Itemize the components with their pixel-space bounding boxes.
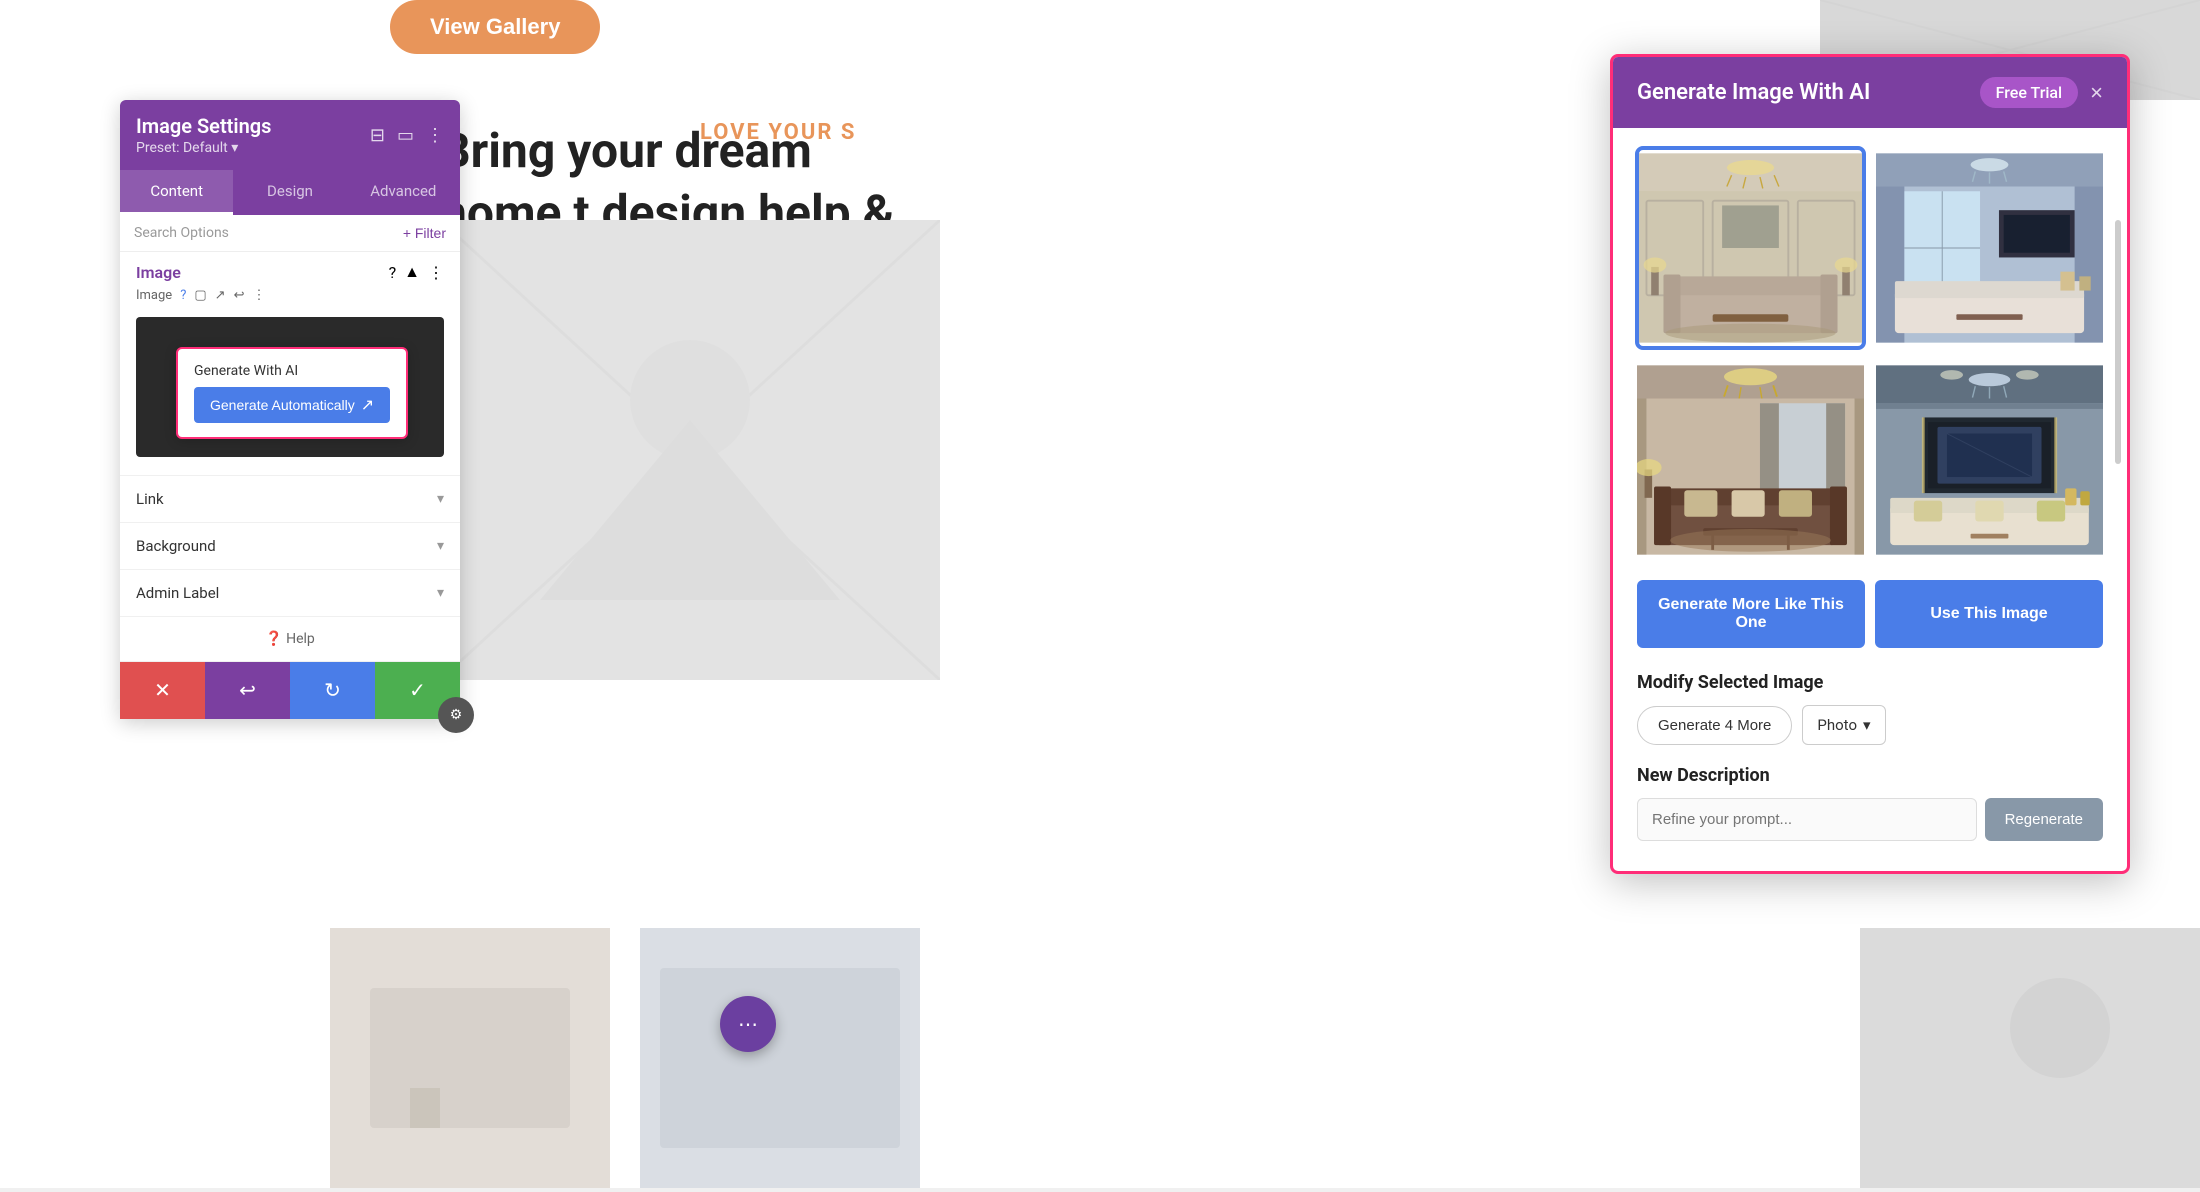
photo-chevron-icon: ▾ [1863, 716, 1871, 734]
undo-button[interactable]: ↩ [205, 662, 290, 719]
panel-title: Image Settings [136, 114, 271, 138]
tab-advanced[interactable]: Advanced [347, 170, 460, 215]
toolbar-help-icon[interactable]: ? [180, 288, 186, 303]
ai-dialog: Generate Image With AI Free Trial × [1610, 54, 2130, 874]
description-input[interactable] [1637, 798, 1977, 841]
help-text: Help [286, 631, 315, 647]
toolbar-cursor-icon[interactable]: ↗ [215, 288, 226, 303]
toolbar-undo-icon[interactable]: ↩ [234, 288, 245, 303]
panel-header: Image Settings Preset: Default ▾ ⊟ ▭ ⋮ [120, 100, 460, 170]
new-desc-title: New Description [1637, 765, 2103, 786]
help-icon-circle[interactable]: ❓ [265, 631, 282, 647]
ai-dialog-header: Generate Image With AI Free Trial × [1613, 57, 2127, 128]
room-image-1 [1637, 148, 1864, 348]
panel-search: Search Options + Filter [120, 215, 460, 252]
image-grid-item-3[interactable] [1637, 360, 1864, 560]
desc-input-row: Regenerate [1637, 798, 2103, 841]
search-placeholder: Search Options [134, 225, 403, 241]
section-title: Image [136, 263, 181, 282]
image-settings-panel: Image Settings Preset: Default ▾ ⊟ ▭ ⋮ C… [120, 100, 460, 719]
admin-chevron-icon: ▾ [437, 585, 444, 601]
help-icon[interactable]: ? [389, 263, 397, 282]
room-image-4 [1876, 360, 2103, 560]
image-grid-item-1[interactable] [1637, 148, 1864, 348]
modify-section: Modify Selected Image Generate 4 More Ph… [1637, 672, 2103, 745]
image-section: Image ? ▲ ⋮ Image ? ▢ ↗ ↩ ⋮ [120, 252, 460, 476]
image-preview-box: Generate With AI Generate Automatically … [136, 317, 444, 457]
panel-subtitle: Preset: Default ▾ [136, 140, 271, 156]
section-header[interactable]: Image ? ▲ ⋮ [136, 262, 444, 282]
fab-button[interactable]: ⋯ [720, 996, 776, 1052]
use-image-button[interactable]: Use This Image [1875, 580, 2103, 648]
panel-footer: ✕ ↩ ↻ ✓ [120, 662, 460, 719]
regenerate-button[interactable]: Regenerate [1985, 798, 2103, 841]
modify-title: Modify Selected Image [1637, 672, 2103, 693]
image-grid [1637, 148, 2103, 560]
photo-label: Photo [1817, 716, 1857, 734]
ai-dialog-body: Generate More Like This One Use This Ima… [1613, 128, 2127, 871]
link-section[interactable]: Link ▾ [120, 476, 460, 523]
cancel-button[interactable]: ✕ [120, 662, 205, 719]
generate-ai-label: Generate With AI [194, 363, 390, 379]
image-grid-item-4[interactable] [1876, 360, 2103, 560]
panel-icon-2[interactable]: ▭ [397, 125, 414, 146]
image-toolbar: Image ? ▢ ↗ ↩ ⋮ [136, 282, 444, 309]
settings-gear-button[interactable]: ⚙ [438, 697, 474, 733]
toolbar-label: Image [136, 288, 172, 303]
ai-dialog-header-right: Free Trial × [1980, 77, 2103, 108]
generate-4-more-button[interactable]: Generate 4 More [1637, 706, 1792, 745]
admin-label-section[interactable]: Admin Label ▾ [120, 570, 460, 617]
new-description-section: New Description Regenerate [1637, 765, 2103, 841]
redo-button[interactable]: ↻ [290, 662, 375, 719]
view-gallery-button[interactable]: View Gallery [390, 0, 600, 54]
generate-ai-popup: Generate With AI Generate Automatically … [176, 347, 408, 439]
link-label: Link [136, 490, 164, 508]
bottom-thumb-1 [330, 928, 610, 1188]
cursor-icon: ↗ [361, 395, 374, 415]
ai-dialog-title: Generate Image With AI [1637, 80, 1870, 105]
panel-icon-1[interactable]: ⊟ [370, 125, 385, 146]
section-menu-icon[interactable]: ⋮ [428, 263, 444, 282]
close-dialog-button[interactable]: × [2090, 80, 2103, 106]
image-grid-item-2[interactable] [1876, 148, 2103, 348]
section-collapse-icon[interactable]: ▲ [404, 262, 420, 282]
panel-tabs: Content Design Advanced [120, 170, 460, 215]
room-image-3 [1637, 360, 1864, 560]
scrollbar[interactable] [2115, 220, 2121, 464]
bottom-thumb-2 [640, 928, 920, 1188]
help-row: ❓ Help [120, 617, 460, 662]
background-chevron-icon: ▾ [437, 538, 444, 554]
panel-header-icons: ⊟ ▭ ⋮ [370, 125, 444, 146]
toolbar-border-icon[interactable]: ▢ [194, 288, 206, 303]
modify-controls: Generate 4 More Photo ▾ [1637, 705, 2103, 745]
bottom-thumb-3 [1860, 928, 2200, 1188]
hero-placeholder-image [440, 220, 940, 680]
generate-automatically-button[interactable]: Generate Automatically ↗ [194, 387, 390, 423]
action-buttons-row: Generate More Like This One Use This Ima… [1637, 580, 2103, 648]
background-label: Background [136, 537, 216, 555]
room-image-2 [1876, 148, 2103, 348]
tab-design[interactable]: Design [233, 170, 346, 215]
admin-label: Admin Label [136, 584, 219, 602]
filter-button[interactable]: + Filter [403, 225, 446, 241]
generate-more-button[interactable]: Generate More Like This One [1637, 580, 1865, 648]
tab-content[interactable]: Content [120, 170, 233, 215]
toolbar-more-icon[interactable]: ⋮ [252, 288, 265, 303]
panel-icon-3[interactable]: ⋮ [426, 125, 444, 146]
photo-select[interactable]: Photo ▾ [1802, 705, 1885, 745]
link-chevron-icon: ▾ [437, 491, 444, 507]
section-icons: ? ▲ ⋮ [389, 262, 444, 282]
generate-auto-label: Generate Automatically [210, 397, 355, 413]
background-section[interactable]: Background ▾ [120, 523, 460, 570]
free-trial-badge: Free Trial [1980, 77, 2079, 108]
